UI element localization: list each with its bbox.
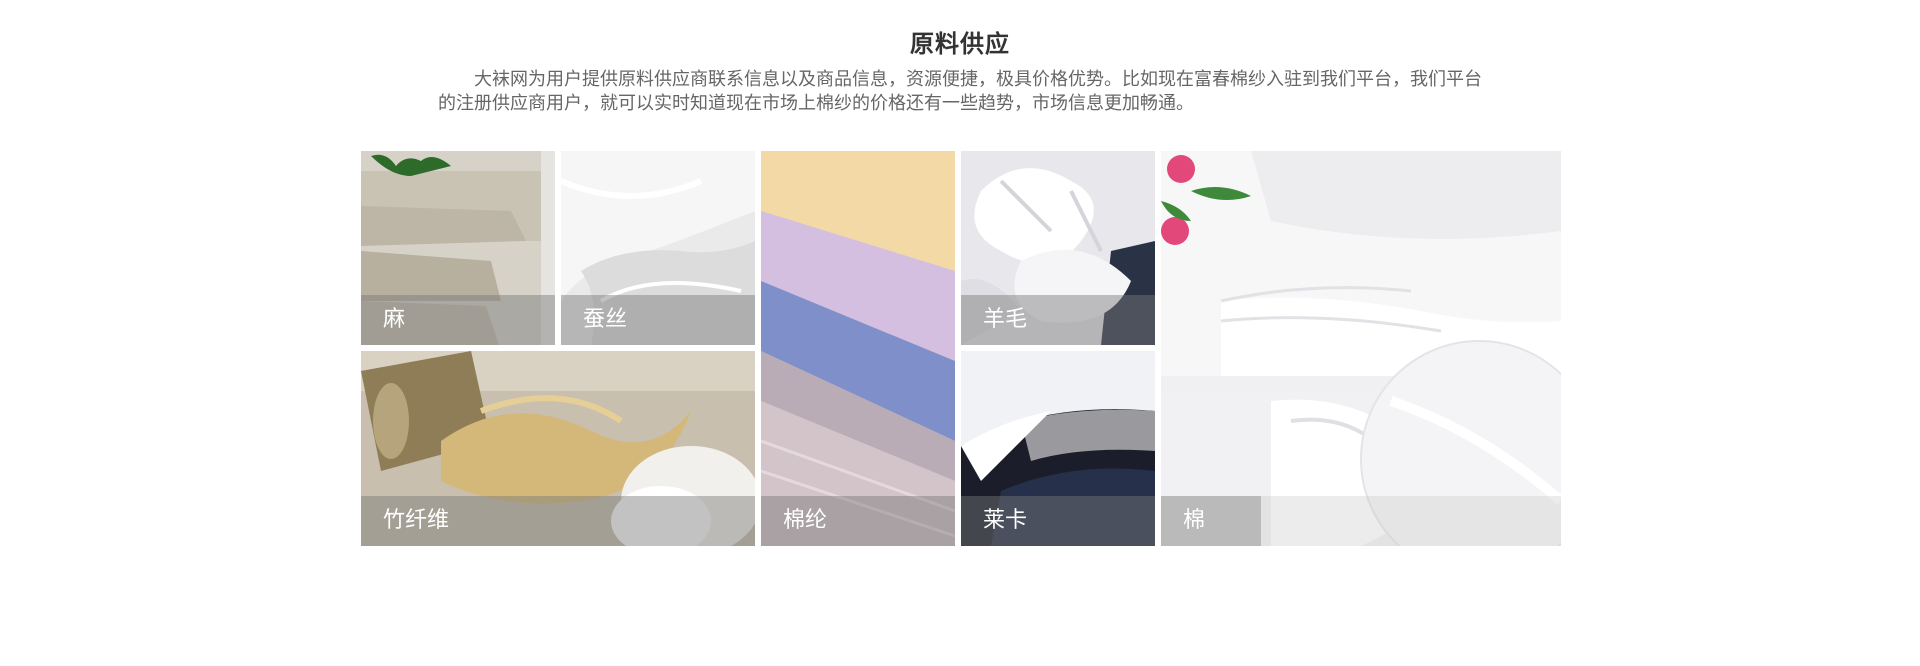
section-title: 原料供应 xyxy=(910,30,1010,58)
material-label-ma: 麻 xyxy=(383,307,406,332)
stacked-fabrics-image xyxy=(761,151,955,546)
tile-caption: 棉 xyxy=(1161,496,1261,546)
material-tile-ma[interactable]: 麻 xyxy=(361,151,555,345)
material-tile-cansi[interactable]: 蚕丝 xyxy=(561,151,755,345)
material-tile-mianlun[interactable]: 棉纶 xyxy=(761,151,955,546)
caption-overlay xyxy=(1261,496,1561,546)
material-label-cansi: 蚕丝 xyxy=(583,307,628,332)
material-label-mianlun: 棉纶 xyxy=(783,508,828,533)
material-label-mian: 棉 xyxy=(1183,508,1206,533)
tile-caption: 莱卡 xyxy=(961,496,1155,546)
tile-caption: 竹纤维 xyxy=(361,496,755,546)
material-tile-mian[interactable]: 棉 xyxy=(1161,151,1561,546)
tile-caption: 麻 xyxy=(361,295,555,345)
material-label-laika: 莱卡 xyxy=(983,508,1028,533)
material-tile-yangmao[interactable]: 羊毛 xyxy=(961,151,1155,345)
cotton-cloth-image xyxy=(1161,151,1561,546)
material-label-yangmao: 羊毛 xyxy=(983,307,1028,332)
tile-caption: 蚕丝 xyxy=(561,295,755,345)
material-tile-zhuxianwei[interactable]: 竹纤维 xyxy=(361,351,755,546)
tile-caption: 棉纶 xyxy=(761,496,955,546)
material-supply-section: 原料供应 大袜网为用户提供原料供应商联系信息以及商品信息，资源便捷，极具价格优势… xyxy=(0,0,1920,666)
material-label-zhuxianwei: 竹纤维 xyxy=(383,508,450,533)
tile-caption: 羊毛 xyxy=(961,295,1155,345)
material-tile-laika[interactable]: 莱卡 xyxy=(961,351,1155,546)
section-intro: 大袜网为用户提供原料供应商联系信息以及商品信息，资源便捷，极具价格优势。比如现在… xyxy=(438,69,1482,114)
